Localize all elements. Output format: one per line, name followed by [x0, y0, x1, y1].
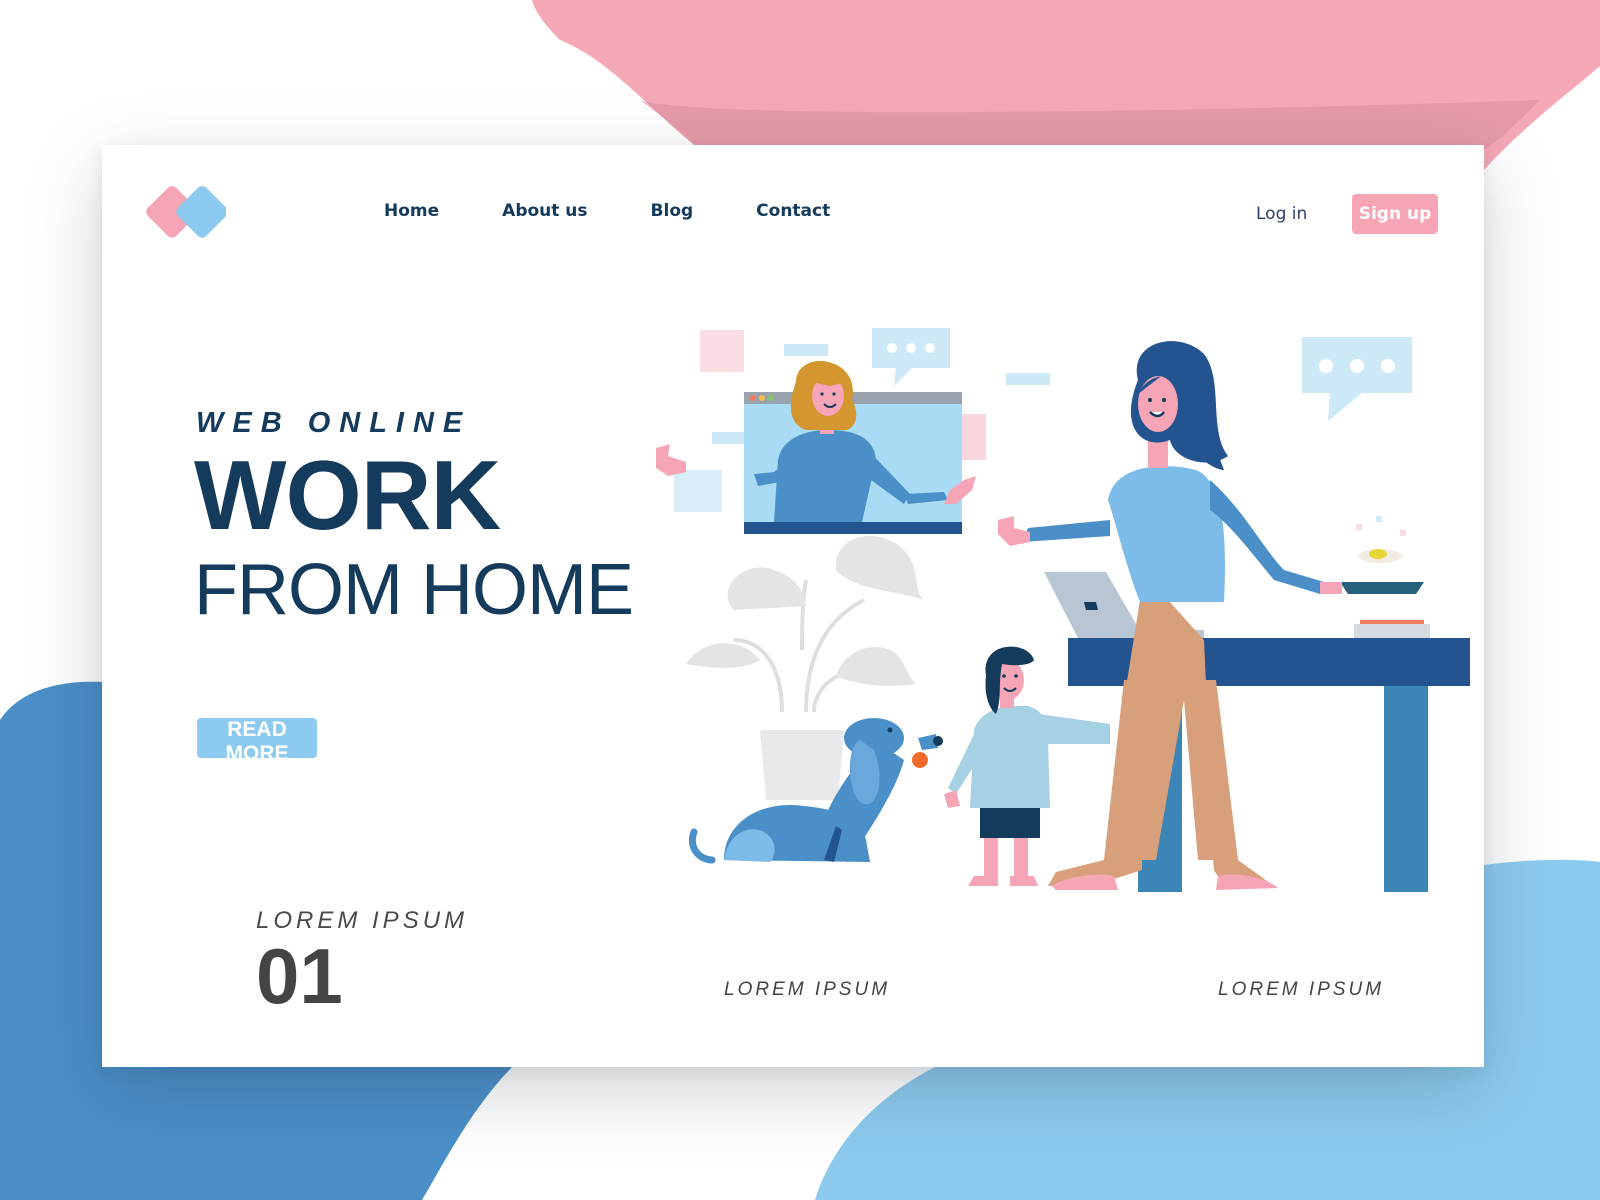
two-diamond-logo-icon[interactable]	[142, 183, 226, 245]
hero-kicker: WEB ONLINE	[196, 407, 472, 439]
main-nav: Home About us Blog Contact	[384, 197, 893, 225]
nav-blog-link[interactable]: Blog	[651, 197, 694, 225]
landing-card: Home About us Blog Contact Log in Sign u…	[102, 145, 1484, 1067]
hero-title: WORK	[194, 440, 501, 550]
nav-about-link[interactable]: About us	[502, 197, 587, 225]
chat-bubble-icon	[872, 328, 950, 386]
frying-pan-icon	[1310, 516, 1430, 638]
read-more-button[interactable]: READ MORE	[197, 718, 317, 765]
waving-hand-left	[656, 444, 686, 476]
nav-contact-link[interactable]: Contact	[756, 197, 830, 225]
chat-bubble-icon	[1302, 337, 1412, 421]
slide-label: LOREM IPSUM	[256, 907, 469, 934]
slide-number: 01	[256, 932, 343, 1020]
nav-home-link[interactable]: Home	[384, 197, 439, 225]
signup-button[interactable]: Sign up	[1352, 194, 1438, 234]
work-from-home-illustration	[656, 328, 1470, 892]
login-link[interactable]: Log in	[1256, 200, 1307, 228]
video-call-window-icon	[744, 360, 962, 534]
